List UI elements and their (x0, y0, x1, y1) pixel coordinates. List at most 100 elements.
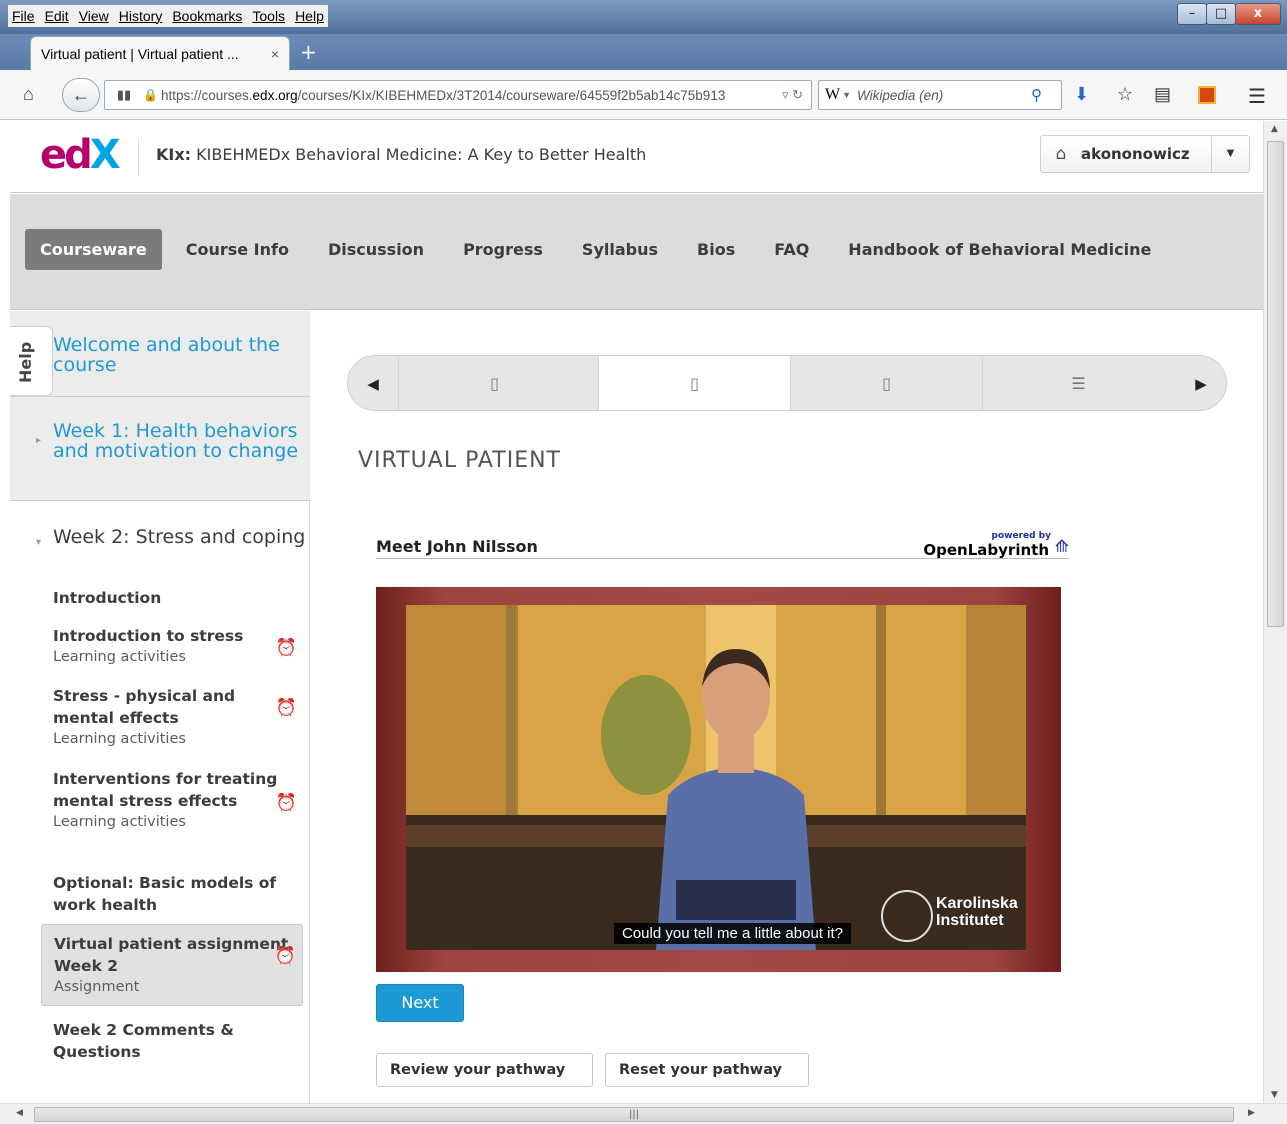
user-dropdown-icon[interactable]: ▼ (1211, 136, 1249, 172)
new-tab-button[interactable]: + (300, 42, 317, 62)
minimize-button[interactable]: – (1177, 3, 1207, 25)
next-unit-button[interactable]: ▶ (1176, 356, 1226, 410)
menu-help[interactable]: Help (295, 8, 324, 24)
ol-name: OpenLabyrinth (923, 541, 1049, 559)
back-button[interactable]: ← (62, 78, 100, 112)
unit-title: VIRTUAL PATIENT (358, 448, 561, 473)
bookmark-star-icon[interactable]: ☆ (1117, 84, 1133, 105)
home-icon[interactable]: ⌂ (23, 84, 34, 105)
chapter-welcome[interactable]: Welcome and about the course (10, 311, 310, 397)
logo-e: e (40, 132, 67, 178)
chapter-week1[interactable]: ▸ Week 1: Health behaviors and motivation… (10, 397, 310, 501)
section-title: Week 2 Comments & Questions (53, 1021, 234, 1061)
vertical-scroll-thumb[interactable] (1267, 141, 1284, 627)
tab-courseware[interactable]: Courseware (25, 229, 162, 270)
tab-course-info[interactable]: Course Info (171, 229, 304, 270)
tab-discussion[interactable]: Discussion (313, 229, 439, 270)
section-title: Optional: Basic models of work health (53, 874, 277, 914)
chapter-title: Week 1: Health behaviors and motivation … (53, 420, 299, 462)
section-title: Introduction to stress (53, 627, 244, 645)
scroll-up-icon[interactable]: ▲ (1271, 124, 1278, 134)
chapter-week2[interactable]: ▾ Week 2: Stress and coping (10, 501, 310, 571)
menu-view[interactable]: View (79, 8, 109, 24)
triangle-right-icon: ▶ (1195, 375, 1207, 393)
vertical-scrollbar[interactable]: ▲ ▼ (1263, 121, 1287, 1103)
url-bar[interactable]: ▮▮ 🔒 https://courses.edx.org/courses/KIx… (104, 80, 812, 110)
horizontal-scroll-thumb[interactable]: ||| (34, 1107, 1234, 1122)
ki-line2: Institutet (936, 912, 1004, 929)
extension-icon[interactable] (1198, 86, 1216, 104)
section-introduction-to-stress[interactable]: Introduction to stress Learning activiti… (41, 617, 303, 675)
section-virtual-patient[interactable]: Virtual patient assignment Week 2 Assign… (41, 924, 303, 1006)
sequence-tab-2[interactable]: ▯ (598, 356, 790, 410)
search-icon[interactable]: ⚲ (1031, 86, 1061, 104)
tab-handbook[interactable]: Handbook of Behavioral Medicine (833, 229, 1166, 270)
tab-progress[interactable]: Progress (448, 229, 558, 270)
download-icon[interactable]: ⬇ (1074, 84, 1089, 105)
menu-file[interactable]: File (12, 8, 35, 24)
course-code: KIx: (156, 145, 192, 164)
horizontal-scrollbar[interactable]: ◀ ||| ▶ (0, 1103, 1287, 1124)
virtual-patient-header: Meet John Nilsson powered by OpenLabyrin… (376, 531, 1069, 559)
previous-unit-button[interactable]: ◀ (348, 356, 398, 410)
wikipedia-icon[interactable]: W (825, 86, 840, 104)
tab-syllabus[interactable]: Syllabus (567, 229, 673, 270)
edx-logo[interactable]: edX (40, 132, 121, 178)
section-title: Virtual patient assignment Week 2 (54, 935, 289, 975)
maximize-button[interactable]: □ (1206, 3, 1236, 25)
tab-faq[interactable]: FAQ (759, 229, 824, 270)
reload-icon[interactable]: ▿ ↻ (767, 87, 811, 103)
bookmarks-menu-icon[interactable]: ▤ (1154, 84, 1171, 105)
menu-edit[interactable]: Edit (45, 8, 69, 24)
url-text[interactable]: https://courses.edx.org/courses/KIx/KIBE… (161, 88, 767, 103)
course-sidebar: Help Welcome and about the course ▸ Week … (10, 311, 310, 1103)
hamburger-menu-icon[interactable]: ☰ (1248, 84, 1266, 109)
help-label: Help (16, 341, 35, 383)
section-introduction[interactable]: Introduction (41, 579, 303, 617)
menu-bookmarks[interactable]: Bookmarks (172, 8, 242, 24)
video-frame: Karolinska Institutet Could you tell me a… (406, 605, 1026, 950)
browser-tab[interactable]: Virtual patient | Virtual patient ... × (30, 36, 290, 70)
search-bar[interactable]: W ▼ Wikipedia (en) ⚲ (818, 80, 1062, 110)
karolinska-seal-icon (881, 890, 933, 942)
menu-history[interactable]: History (119, 8, 163, 24)
sequence-tab-4[interactable]: ☰ (982, 356, 1174, 410)
dashboard-home-icon[interactable]: ⌂ (1041, 144, 1081, 164)
video-player[interactable]: Karolinska Institutet Could you tell me a… (376, 587, 1061, 972)
section-subtitle: Assignment (54, 979, 140, 995)
url-path: /courses/KIx/KIBEHMEDx/3T2014/courseware… (297, 87, 726, 103)
help-tab[interactable]: Help (10, 326, 53, 396)
site-identity-icon[interactable]: ▮▮ (105, 87, 143, 103)
review-pathway-button[interactable]: Review your pathway (376, 1053, 593, 1087)
sequence-tab-1[interactable]: ▯ (398, 356, 590, 410)
scroll-right-icon[interactable]: ▶ (1248, 1108, 1255, 1118)
username[interactable]: akononowicz (1081, 145, 1211, 163)
tab-close-icon[interactable]: × (271, 46, 279, 62)
scroll-left-icon[interactable]: ◀ (16, 1108, 23, 1118)
section-interventions[interactable]: Interventions for treating mental stress… (41, 760, 303, 840)
section-comments-questions[interactable]: Week 2 Comments & Questions (41, 1011, 303, 1071)
next-button[interactable]: Next (376, 984, 464, 1022)
virtual-patient-title: Meet John Nilsson (376, 537, 538, 556)
logo-x: X (89, 132, 121, 178)
user-menu[interactable]: ⌂ akononowicz ▼ (1040, 135, 1250, 173)
section-basic-models[interactable]: Optional: Basic models of work health (41, 864, 303, 924)
triangle-left-icon: ◀ (367, 375, 379, 393)
search-engine-dropdown-icon[interactable]: ▼ (842, 90, 851, 100)
sequence-tab-3[interactable]: ▯ (790, 356, 982, 410)
scroll-down-icon[interactable]: ▼ (1271, 1090, 1278, 1100)
menu-tools[interactable]: Tools (252, 8, 285, 24)
alarm-clock-icon: ⏰ (275, 793, 297, 813)
search-input[interactable]: Wikipedia (en) (857, 88, 1031, 103)
document-icon: ▯ (882, 374, 891, 393)
alarm-clock-icon: ⏰ (275, 638, 297, 658)
url-domain: edx.org (252, 87, 298, 103)
close-window-button[interactable]: x (1235, 3, 1281, 25)
section-stress-effects[interactable]: Stress - physical and mental effects Lea… (41, 677, 303, 757)
tab-bios[interactable]: Bios (682, 229, 750, 270)
menu-list: File Edit View History Bookmarks Tools H… (8, 5, 328, 27)
tab-title: Virtual patient | Virtual patient ... (41, 45, 239, 62)
logo-d: d (64, 132, 93, 178)
reset-pathway-button[interactable]: Reset your pathway (605, 1053, 809, 1087)
karolinska-logo: Karolinska Institutet (936, 895, 1018, 929)
